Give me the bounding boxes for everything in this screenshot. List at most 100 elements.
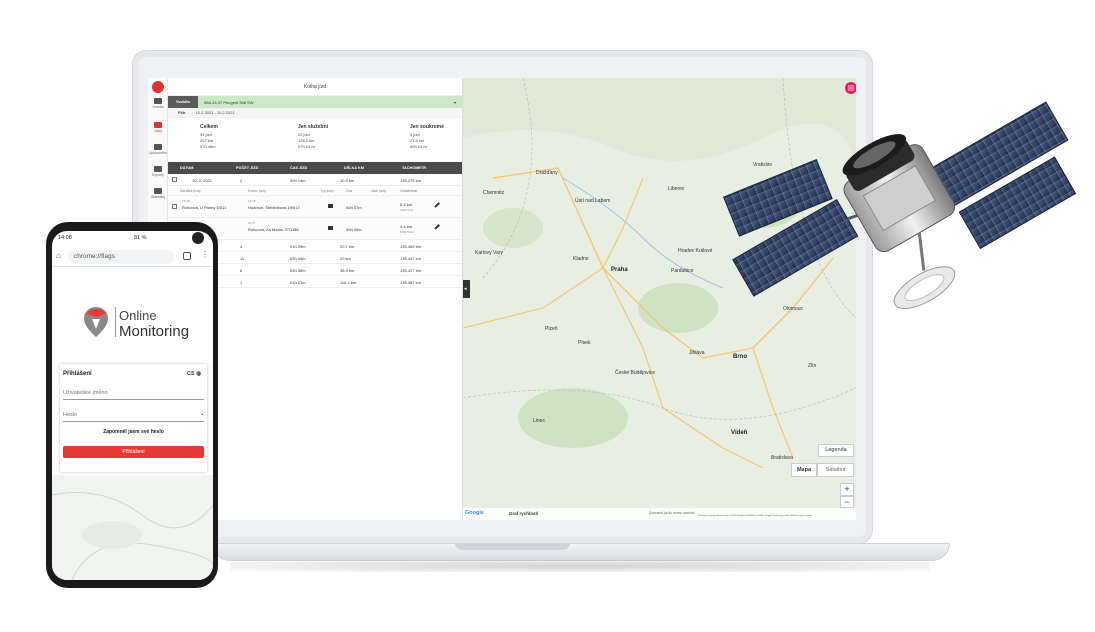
map-label-city: Chemnitz bbox=[483, 190, 505, 196]
status-bar: 14:08 81 % bbox=[52, 231, 213, 245]
app-logo-icon[interactable] bbox=[152, 81, 164, 93]
col-tacho[interactable]: TACHOMETR bbox=[402, 166, 426, 170]
trip-odometer: 135473 km bbox=[400, 208, 414, 212]
logo-text-online: Online bbox=[119, 308, 157, 323]
col-length[interactable]: DÉLKA KM bbox=[344, 166, 364, 170]
legend-button[interactable]: Legenda bbox=[818, 444, 854, 457]
zoom-out-button[interactable]: − bbox=[840, 496, 854, 508]
nav-item-vehicles[interactable]: Vozidla bbox=[148, 98, 168, 109]
chevron-down-icon: ▾ bbox=[453, 99, 456, 105]
filter-label: Filtr bbox=[178, 110, 186, 115]
filter-selector[interactable]: Filtr 10.2.2021 - 10.2.2021 bbox=[168, 108, 462, 118]
summary-business: Jen služební 22 jízd 128,2 km 07h 23 m bbox=[298, 124, 329, 149]
map-label-city: Drážďany bbox=[536, 170, 558, 176]
nav-item-trips[interactable]: Jízdy bbox=[148, 122, 168, 133]
trip-row[interactable]: 13:18 Rohcová, U Panny 5/311 13:25 Hodon… bbox=[168, 196, 462, 218]
trip-odometer: 135479 km bbox=[400, 230, 414, 234]
car-icon bbox=[154, 98, 162, 104]
home-icon[interactable]: ⌂ bbox=[56, 251, 61, 260]
lock-icon: ▪ bbox=[201, 412, 203, 418]
login-button[interactable]: Přihlášení bbox=[63, 446, 204, 458]
laptop-notch bbox=[455, 543, 570, 550]
tabs-icon[interactable] bbox=[183, 252, 191, 260]
map-type-map-button[interactable]: Mapa bbox=[791, 463, 817, 477]
chevron-left-icon: ◂ bbox=[464, 286, 467, 292]
zoom-in-button[interactable]: + bbox=[840, 483, 854, 496]
status-time: 14:08 bbox=[58, 235, 72, 241]
logo: Online Monitoring bbox=[82, 301, 192, 346]
edit-icon[interactable] bbox=[434, 202, 440, 208]
cell-time: 03h 44m bbox=[290, 256, 306, 261]
vehicle-value: 068-13-37 Peugeot 308 SW bbox=[204, 99, 254, 105]
cell-time: 04h 38m bbox=[290, 268, 306, 273]
login-form: Přihlášení CS ◍ Uživatelské jméno Heslo … bbox=[60, 364, 207, 472]
summary: Celkem 34 jízd 207 km 07h 46m Jen služeb… bbox=[168, 118, 462, 162]
briefcase-icon bbox=[328, 204, 333, 208]
login-title: Přihlášení bbox=[63, 371, 92, 377]
menu-dots-icon[interactable]: ⋮ bbox=[201, 250, 209, 259]
map-label-city: České Budějovice bbox=[615, 370, 656, 376]
map-type-satellite-button[interactable]: Satelitní bbox=[817, 463, 854, 477]
cell-time: 00h 14m bbox=[290, 178, 306, 183]
subhead-end: Konec jízdy bbox=[248, 189, 267, 193]
cell-count: 6 bbox=[240, 268, 243, 273]
language-selector[interactable]: CS ◍ bbox=[187, 371, 201, 377]
camera-icon bbox=[192, 232, 204, 244]
nav-item-exports[interactable]: Exporty bbox=[148, 166, 168, 177]
map-label-city: Linec bbox=[533, 418, 545, 424]
briefcase-icon bbox=[328, 226, 333, 230]
table-row[interactable]: 10. 2. 2021 2 00h 14m 10.4 km 135,479 km bbox=[168, 174, 462, 186]
col-date[interactable]: DATUM bbox=[180, 166, 193, 170]
logo-mark-icon bbox=[84, 307, 108, 337]
phone-background-map bbox=[52, 475, 213, 580]
vehicle-selector[interactable]: Vozidlo 068-13-37 Peugeot 308 SW ▾ bbox=[168, 96, 462, 108]
address-bar[interactable]: chrome://flags bbox=[68, 250, 174, 264]
map-label-city: Jihlava bbox=[689, 350, 705, 356]
collapse-panel-button[interactable]: ◂ bbox=[463, 280, 470, 298]
forgot-password-link[interactable]: Zapomněl jsem své heslo bbox=[60, 429, 207, 435]
password-field[interactable]: Heslo ▪ bbox=[63, 408, 204, 422]
cell-count: 11 bbox=[240, 256, 245, 261]
trip-end: Hodonín, Štefánikova 19/013 bbox=[248, 205, 300, 210]
trip-end-time: 13:47 bbox=[248, 221, 256, 225]
trip-end-time: 13:25 bbox=[248, 199, 256, 203]
row-checkbox[interactable] bbox=[172, 204, 177, 209]
map-label-city: Liberec bbox=[668, 186, 685, 192]
col-count[interactable]: POČET JÍZD bbox=[236, 166, 258, 170]
subhead-time: Čas bbox=[346, 189, 353, 193]
status-battery: 81 % bbox=[134, 235, 147, 241]
map-label-city: Pardubice bbox=[671, 268, 694, 274]
phone-map-terrain bbox=[52, 492, 213, 580]
map-label-city: Praha bbox=[611, 267, 628, 273]
edit-icon[interactable] bbox=[434, 224, 440, 230]
google-logo: Google bbox=[465, 510, 484, 516]
vehicle-label: Vozidlo bbox=[168, 96, 198, 108]
cell-tacho: 135,447 km bbox=[400, 256, 421, 261]
cell-length: 38.9 km bbox=[340, 268, 355, 273]
username-field[interactable]: Uživatelské jméno bbox=[63, 386, 204, 400]
cell-tacho: 135,479 km bbox=[400, 178, 421, 183]
cell-tacho: 135,387 km bbox=[400, 280, 421, 285]
row-checkbox[interactable] bbox=[172, 177, 177, 182]
browser-toolbar: ⌂ chrome://flags ⋮ bbox=[52, 247, 213, 267]
laptop-base bbox=[212, 543, 950, 561]
subhead-distance: Vzdálenost bbox=[400, 189, 418, 193]
show-trip-outside-period[interactable]: Zobrazit jízdu mimo období bbox=[649, 511, 695, 515]
cell-count: 2 bbox=[240, 178, 243, 183]
nav-item-alerts[interactable]: Upozornění bbox=[148, 144, 168, 155]
subhead-start: Začátek jízdy bbox=[180, 189, 201, 193]
map-label-city: Plzeň bbox=[545, 326, 558, 332]
trip-end: Rohcová, Za školou 37/1186 bbox=[248, 227, 299, 232]
speed-chart-button[interactable]: Graf rychlosti bbox=[509, 511, 538, 516]
logo-text-monitoring: Monitoring bbox=[119, 323, 190, 340]
globe-icon: ◍ bbox=[196, 371, 201, 377]
nav-item-statistics[interactable]: Statistiky bbox=[148, 188, 168, 199]
trip-distance: 5.4 km bbox=[400, 202, 413, 207]
cell-length: 20 km bbox=[340, 256, 351, 261]
col-time[interactable]: ČAS JÍZD bbox=[290, 166, 307, 170]
bar-chart-icon bbox=[154, 188, 162, 194]
map-label-city: Bratislava bbox=[771, 455, 793, 461]
map-label-city: Karlovy Vary bbox=[475, 250, 503, 256]
export-icon bbox=[154, 166, 162, 172]
product-mockup: Vozidla Jízdy Upozornění Exporty Statist… bbox=[0, 0, 1095, 632]
